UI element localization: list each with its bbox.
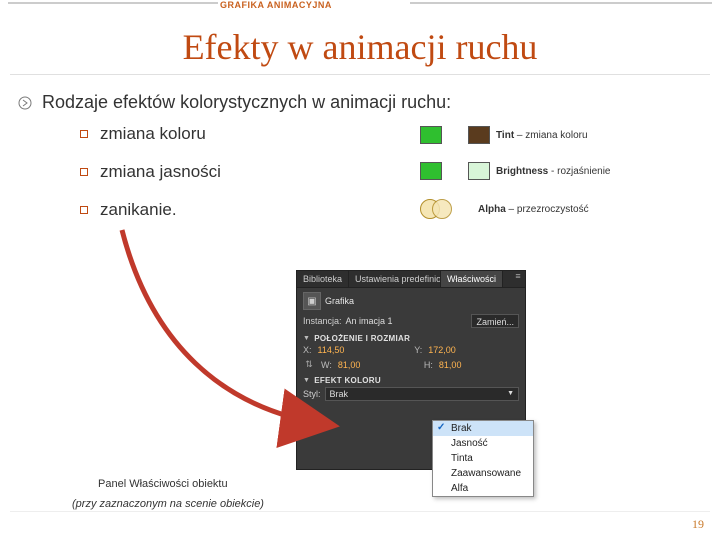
list-item: zmiana koloru bbox=[80, 124, 340, 144]
swatch-b bbox=[468, 162, 490, 180]
h-label: H: bbox=[424, 360, 433, 370]
alpha-circles-icon bbox=[420, 198, 472, 220]
sample-alpha: Alpha – przezroczystość bbox=[420, 198, 700, 220]
footer-rule bbox=[10, 511, 710, 512]
position-grid: X: 114,50 Y: 172,00 bbox=[303, 345, 519, 355]
h-value[interactable]: 81,00 bbox=[439, 360, 519, 370]
section-position-size[interactable]: ▼ POŁOŻENIE I ROZMIAR bbox=[303, 334, 519, 343]
sample-label: Alpha – przezroczystość bbox=[478, 204, 589, 215]
link-wh-icon[interactable]: ⇅ bbox=[303, 359, 315, 370]
panel-body: ▣ Grafika Instancja: An imacja 1 Zamień.… bbox=[297, 288, 525, 409]
disclosure-triangle-icon: ▼ bbox=[303, 335, 310, 342]
tab-properties[interactable]: Właściwości bbox=[441, 271, 503, 287]
w-label: W: bbox=[321, 360, 332, 370]
swatch-a bbox=[420, 126, 442, 144]
square-bullet-icon bbox=[80, 206, 88, 214]
title-rule bbox=[10, 74, 710, 75]
sample-label: Tint – zmiana koloru bbox=[496, 130, 588, 141]
style-select[interactable]: Brak ▼ bbox=[325, 387, 519, 401]
list-item: zmiana jasności bbox=[80, 162, 340, 182]
section-color-effect[interactable]: ▼ EFEKT KOLORU bbox=[303, 376, 519, 385]
header-tag: GRAFIKA ANIMACYJNA bbox=[220, 0, 332, 10]
rule-left bbox=[8, 2, 218, 4]
dropdown-option[interactable]: Zaawansowane bbox=[433, 466, 533, 481]
bullet-list: zmiana koloru zmiana jasności zanikanie. bbox=[80, 124, 340, 220]
x-value[interactable]: 114,50 bbox=[318, 345, 409, 355]
swatch-b bbox=[468, 126, 490, 144]
list-item-label: zmiana jasności bbox=[100, 162, 221, 182]
slide: GRAFIKA ANIMACYJNA Efekty w animacji ruc… bbox=[0, 0, 720, 540]
w-value[interactable]: 81,00 bbox=[338, 360, 418, 370]
panel-caption-note: (przy zaznaczonym na scenie obiekcie) bbox=[72, 498, 264, 510]
intro-row: Rodzaje efektów kolorystycznych w animac… bbox=[18, 92, 710, 113]
dropdown-option[interactable]: Alfa bbox=[433, 481, 533, 496]
swatch-a bbox=[420, 162, 442, 180]
samples-column: Tint – zmiana koloru Brightness - rozjaś… bbox=[420, 126, 700, 220]
tab-library[interactable]: Biblioteka bbox=[297, 271, 349, 287]
swap-button[interactable]: Zamień... bbox=[471, 314, 519, 328]
style-select-value: Brak bbox=[330, 388, 349, 400]
style-row: Styl: Brak ▼ bbox=[303, 387, 519, 401]
list-item: zanikanie. bbox=[80, 200, 340, 220]
dropdown-option[interactable]: Tinta bbox=[433, 451, 533, 466]
style-label: Styl: bbox=[303, 389, 321, 399]
tab-presets[interactable]: Ustawienia predefiniowane re bbox=[349, 271, 441, 287]
sample-label: Brightness - rozjaśnienie bbox=[496, 166, 611, 177]
y-label: Y: bbox=[414, 345, 422, 355]
sample-brightness: Brightness - rozjaśnienie bbox=[420, 162, 700, 180]
list-item-label: zanikanie. bbox=[100, 200, 177, 220]
panel-caption: Panel Właściwości obiektu bbox=[98, 478, 228, 490]
list-item-label: zmiana koloru bbox=[100, 124, 206, 144]
header-strip: GRAFIKA ANIMACYJNA bbox=[0, 0, 720, 12]
symbol-kind: Grafika bbox=[325, 296, 354, 306]
instance-name: An imacja 1 bbox=[346, 316, 468, 326]
x-label: X: bbox=[303, 345, 312, 355]
disclosure-triangle-icon: ▼ bbox=[303, 377, 310, 384]
symbol-type-icon[interactable]: ▣ bbox=[303, 292, 321, 310]
sample-tint: Tint – zmiana koloru bbox=[420, 126, 700, 144]
chevron-down-icon: ▼ bbox=[507, 388, 514, 400]
rule-right bbox=[410, 2, 712, 4]
instance-label: Instancja: bbox=[303, 316, 342, 326]
panel-menu-icon[interactable]: ≡ bbox=[511, 271, 525, 287]
square-bullet-icon bbox=[80, 130, 88, 138]
page-title: Efekty w animacji ruchu bbox=[0, 26, 720, 68]
dropdown-option[interactable]: Brak bbox=[433, 421, 533, 436]
style-dropdown-popup: Brak Jasność Tinta Zaawansowane Alfa bbox=[432, 420, 534, 497]
intro-text: Rodzaje efektów kolorystycznych w animac… bbox=[42, 92, 451, 113]
square-bullet-icon bbox=[80, 168, 88, 176]
circle-arrow-icon bbox=[18, 96, 32, 110]
panel-tabs: Biblioteka Ustawienia predefiniowane re … bbox=[297, 271, 525, 288]
page-number: 19 bbox=[692, 517, 704, 532]
size-grid: ⇅ W: 81,00 H: 81,00 bbox=[303, 359, 519, 370]
y-value[interactable]: 172,00 bbox=[428, 345, 519, 355]
dropdown-option[interactable]: Jasność bbox=[433, 436, 533, 451]
